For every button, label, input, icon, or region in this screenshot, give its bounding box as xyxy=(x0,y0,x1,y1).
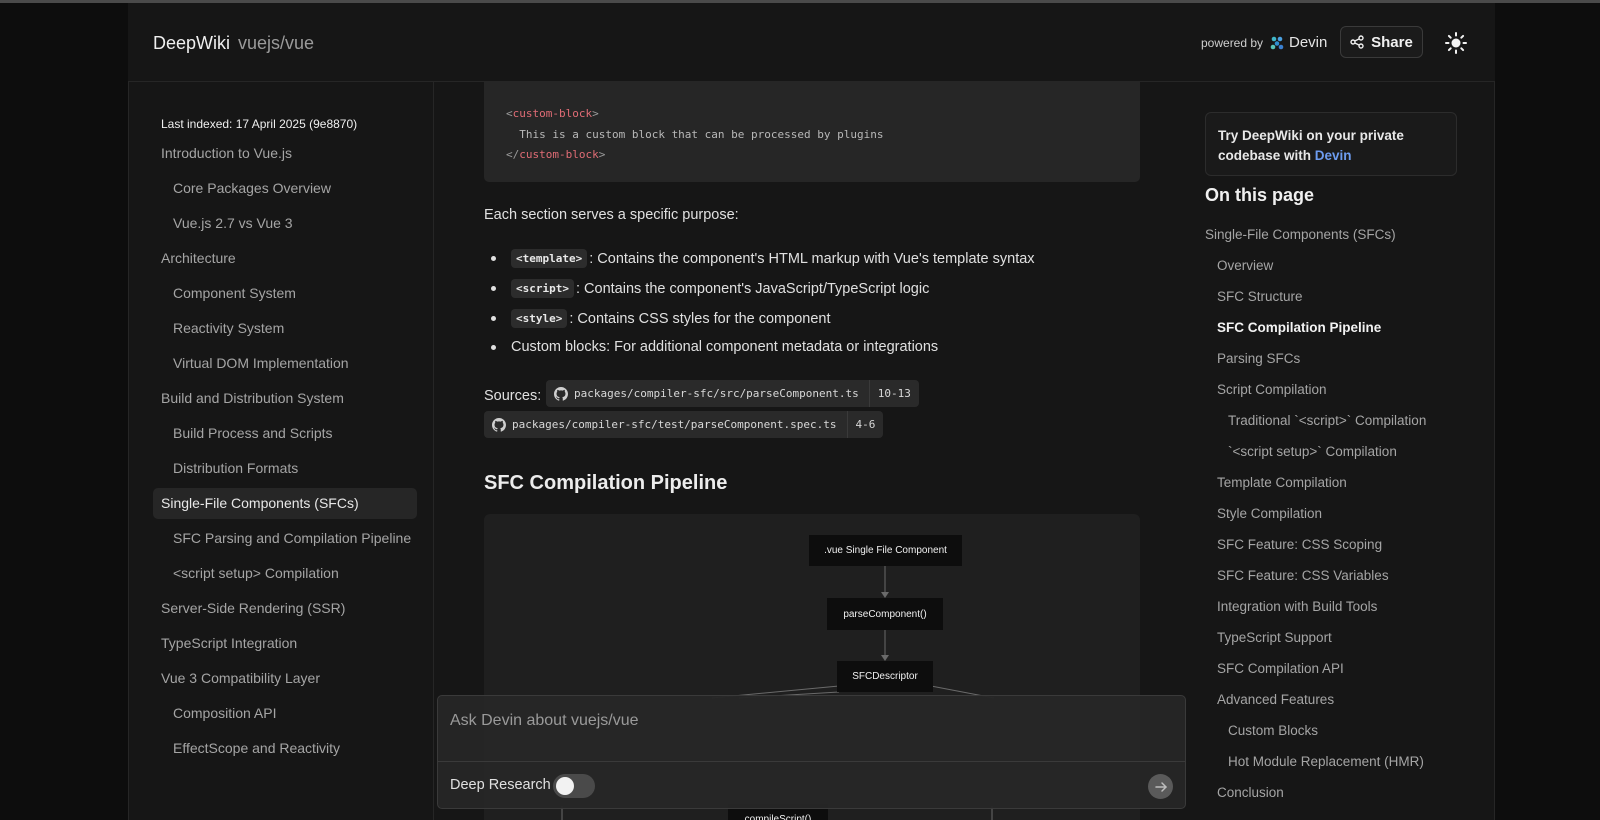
code-tag: custom-block xyxy=(519,148,599,161)
inline-code: <script> xyxy=(511,279,574,298)
toggle-knob xyxy=(556,777,574,795)
list-item-text: : Contains the component's JavaScript/Ty… xyxy=(575,280,930,297)
toc-item[interactable]: Advanced Features xyxy=(1217,692,1334,707)
share-button[interactable]: Share xyxy=(1340,26,1423,58)
ask-devin-panel: Deep Research xyxy=(437,695,1186,809)
sidebar-item-architecture[interactable]: Architecture xyxy=(153,243,417,274)
toc-item[interactable]: Hot Module Replacement (HMR) xyxy=(1228,754,1424,769)
ask-devin-input[interactable] xyxy=(450,706,1150,736)
diagram-node: SFCDescriptor xyxy=(837,661,933,692)
powered-by-label: powered by xyxy=(1201,36,1264,50)
sidebar-item-component-system[interactable]: Component System xyxy=(153,278,417,309)
source-range: 4-6 xyxy=(846,411,884,438)
promo-card: Try DeepWiki on your private codebase wi… xyxy=(1205,112,1457,176)
toc-item[interactable]: Single-File Components (SFCs) xyxy=(1205,227,1396,242)
bullet-dot xyxy=(491,286,496,291)
code-punctuation: > xyxy=(592,107,599,120)
devin-logo-icon xyxy=(1270,36,1284,50)
promo-devin-link[interactable]: Devin xyxy=(1315,148,1352,163)
code-tag: custom-block xyxy=(512,107,593,120)
toc-item[interactable]: Integration with Build Tools xyxy=(1217,599,1377,614)
code-punctuation: </ xyxy=(506,148,520,161)
site-header: DeepWiki vuejs/vue powered by Devin Shar… xyxy=(128,3,1495,82)
list-item-text: : Contains CSS styles for the component xyxy=(569,310,831,327)
toc-item[interactable]: Traditional `<script>` Compilation xyxy=(1228,413,1426,428)
code-block: <custom-block> This is a custom block th… xyxy=(484,82,1140,182)
list-item-text: Custom blocks: For additional component … xyxy=(511,339,939,355)
promo-text: Try DeepWiki on your private codebase wi… xyxy=(1218,128,1404,163)
toc-item[interactable]: Template Compilation xyxy=(1217,475,1347,490)
sidebar-item-sfc-parsing[interactable]: SFC Parsing and Compilation Pipeline xyxy=(153,523,417,554)
sidebar: Last indexed: 17 April 2025 (9e8870) Int… xyxy=(128,82,434,820)
toc-item[interactable]: Overview xyxy=(1217,258,1273,273)
toc-item[interactable]: SFC Structure xyxy=(1217,289,1303,304)
source-link[interactable]: packages/compiler-sfc/src/parseComponent… xyxy=(546,380,919,407)
source-path: packages/compiler-sfc/src/parseComponent… xyxy=(574,387,859,400)
toc-item[interactable]: Parsing SFCs xyxy=(1217,351,1300,366)
toc-item[interactable]: `<script setup>` Compilation xyxy=(1228,444,1397,459)
code-punctuation: < xyxy=(506,107,513,120)
source-range: 10-13 xyxy=(868,380,919,407)
sidebar-item-vue27-vs-vue3[interactable]: Vue.js 2.7 vs Vue 3 xyxy=(153,208,417,239)
diagram-node: parseComponent() xyxy=(827,598,943,630)
sidebar-item-composition-api[interactable]: Composition API xyxy=(153,698,417,729)
bullet-dot xyxy=(491,256,496,261)
sidebar-item-virtual-dom[interactable]: Virtual DOM Implementation xyxy=(153,348,417,379)
toc-item[interactable]: Conclusion xyxy=(1217,785,1284,800)
toc-item[interactable]: SFC Feature: CSS Scoping xyxy=(1217,537,1382,552)
toc-item[interactable]: Custom Blocks xyxy=(1228,723,1318,738)
right-sidebar: Try DeepWiki on your private codebase wi… xyxy=(1195,82,1475,820)
toc-item[interactable]: SFC Compilation API xyxy=(1217,661,1344,676)
deep-research-toggle[interactable] xyxy=(553,774,595,798)
repo-name[interactable]: vuejs/vue xyxy=(238,33,314,54)
sidebar-item-ssr[interactable]: Server-Side Rendering (SSR) xyxy=(153,593,417,624)
toc-item-current[interactable]: SFC Compilation Pipeline xyxy=(1217,320,1381,335)
code-text: This is a custom block that can be proce… xyxy=(506,127,884,141)
sidebar-item-typescript[interactable]: TypeScript Integration xyxy=(153,628,417,659)
toc-item[interactable]: Script Compilation xyxy=(1217,382,1327,397)
chat-divider xyxy=(438,761,1185,762)
sidebar-item-script-setup[interactable]: <script setup> Compilation xyxy=(153,558,417,589)
bullet-dot xyxy=(491,316,496,321)
toc-item[interactable]: TypeScript Support xyxy=(1217,630,1332,645)
source-path: packages/compiler-sfc/test/parseComponen… xyxy=(512,418,837,431)
sidebar-item-distribution-formats[interactable]: Distribution Formats xyxy=(153,453,417,484)
sidebar-item-core-packages[interactable]: Core Packages Overview xyxy=(153,173,417,204)
send-button[interactable] xyxy=(1148,774,1173,799)
sidebar-item-build-process[interactable]: Build Process and Scripts xyxy=(153,418,417,449)
intro-paragraph: Each section serves a specific purpose: xyxy=(484,207,739,223)
deep-research-label: Deep Research xyxy=(450,777,551,793)
bullet-dot xyxy=(491,344,496,350)
section-heading: SFC Compilation Pipeline xyxy=(484,472,728,494)
sidebar-item-build-distribution[interactable]: Build and Distribution System xyxy=(153,383,417,414)
inline-code: <style> xyxy=(511,309,568,328)
list-item-text: : Contains the component's HTML markup w… xyxy=(589,250,1035,267)
sidebar-item-reactivity-system[interactable]: Reactivity System xyxy=(153,313,417,344)
sidebar-item-vue3-compat[interactable]: Vue 3 Compatibility Layer xyxy=(153,663,417,694)
list-item: <style> : Contains CSS styles for the co… xyxy=(491,309,1131,328)
sidebar-item-sfc[interactable]: Single-File Components (SFCs) xyxy=(153,488,417,519)
source-link[interactable]: packages/compiler-sfc/test/parseComponen… xyxy=(484,411,884,438)
arrow-right-icon xyxy=(1154,781,1167,792)
devin-link[interactable]: Devin xyxy=(1289,34,1327,51)
list-item: Custom blocks: For additional component … xyxy=(491,339,1131,355)
diagram-node: .vue Single File Component xyxy=(809,535,962,566)
share-icon xyxy=(1350,35,1364,49)
share-label: Share xyxy=(1371,33,1413,51)
list-item: <template> : Contains the component's HT… xyxy=(491,249,1131,268)
inline-code: <template> xyxy=(511,249,588,268)
sidebar-item-effectscope[interactable]: EffectScope and Reactivity xyxy=(153,733,417,764)
brand-logo-text[interactable]: DeepWiki xyxy=(153,33,230,54)
on-this-page-title: On this page xyxy=(1205,185,1315,205)
code-punctuation: > xyxy=(598,148,606,161)
toc-item[interactable]: SFC Feature: CSS Variables xyxy=(1217,568,1389,583)
sun-icon[interactable] xyxy=(1444,31,1468,55)
toc-item[interactable]: Style Compilation xyxy=(1217,506,1322,521)
github-icon xyxy=(554,386,568,401)
last-indexed-label: Last indexed: 17 April 2025 (9e8870) xyxy=(161,117,358,131)
github-icon xyxy=(492,417,506,432)
sidebar-item-introduction[interactable]: Introduction to Vue.js xyxy=(153,138,417,169)
list-item: <script> : Contains the component's Java… xyxy=(491,279,1131,298)
sources-label: Sources: xyxy=(484,388,542,404)
